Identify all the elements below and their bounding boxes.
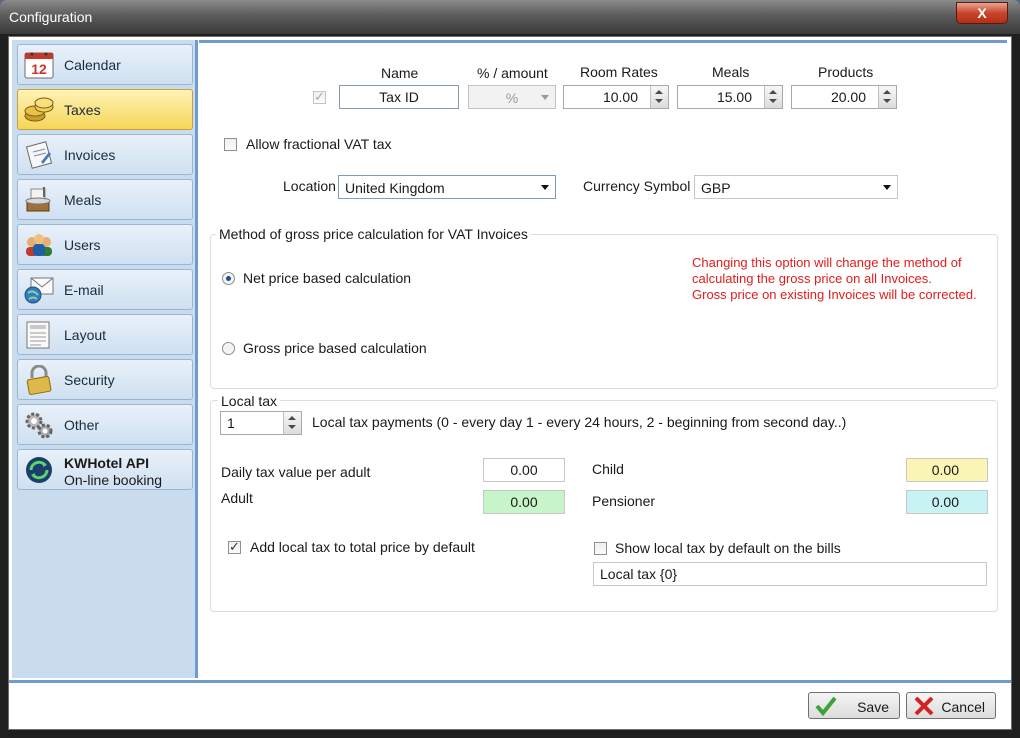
- api-title: KWHotel API: [64, 455, 150, 471]
- dialog-footer: Save Cancel: [9, 680, 1011, 729]
- local-tax-payments-value: 1: [227, 415, 235, 431]
- local-tax-payments-spinner[interactable]: [283, 412, 301, 434]
- configuration-window: Configuration X 12 Calendar Taxes Invoic…: [0, 0, 1020, 738]
- cancel-button[interactable]: Cancel: [906, 692, 996, 719]
- sidebar-item-label: Security: [64, 372, 115, 388]
- sync-icon: [26, 457, 52, 483]
- room-rates-spinner[interactable]: [650, 86, 668, 108]
- net-price-radio[interactable]: [222, 272, 235, 285]
- sidebar-item-label: Layout: [64, 327, 107, 343]
- tax-name-input[interactable]: Tax ID: [339, 85, 459, 109]
- dialog-frame: 12 Calendar Taxes Invoices Meals Users E…: [8, 36, 1012, 730]
- header-products: Products: [818, 64, 874, 80]
- gears-icon: [25, 412, 53, 439]
- sidebar-item-kwhotel-api[interactable]: KWHotel API On-line booking: [17, 449, 193, 490]
- products-value: 20.00: [830, 89, 866, 105]
- net-price-label: Net price based calculation: [243, 270, 412, 286]
- adult-tax-input[interactable]: 0.00: [483, 490, 565, 514]
- sidebar-item-label: Invoices: [64, 147, 116, 163]
- child-label: Child: [592, 461, 624, 477]
- gross-calculation-title: Method of gross price calculation for VA…: [216, 226, 531, 242]
- meals-value: 15.00: [716, 89, 752, 105]
- taxes-panel: Name % / amount Room Rates Meals Product…: [199, 40, 1007, 678]
- local-tax-payments-input[interactable]: 1: [220, 411, 302, 435]
- email-icon: [24, 277, 54, 304]
- sidebar-item-taxes[interactable]: Taxes: [17, 89, 193, 130]
- location-select[interactable]: United Kingdom: [338, 175, 556, 199]
- sidebar-item-users[interactable]: Users: [17, 224, 193, 265]
- header-amount: % / amount: [477, 65, 548, 81]
- child-tax-input[interactable]: 0.00: [906, 458, 988, 482]
- sidebar-item-label: Calendar: [64, 57, 121, 73]
- cancel-label: Cancel: [941, 699, 985, 715]
- local-tax-template-input[interactable]: Local tax {0}: [593, 562, 987, 586]
- daily-tax-input[interactable]: 0.00: [483, 458, 565, 482]
- products-input[interactable]: 20.00: [791, 85, 897, 109]
- room-rates-input[interactable]: 10.00: [563, 85, 669, 109]
- gross-price-radio[interactable]: [222, 342, 235, 355]
- sidebar-item-label: Other: [64, 417, 100, 433]
- currency-symbol-label: Currency Symbol: [583, 178, 691, 194]
- lock-icon: [26, 365, 52, 395]
- meals-spinner[interactable]: [764, 86, 782, 108]
- sidebar-item-label: E-mail: [64, 282, 104, 298]
- sidebar: 12 Calendar Taxes Invoices Meals Users E…: [12, 40, 198, 678]
- meals-icon: [25, 187, 51, 212]
- adult-label: Adult: [221, 490, 253, 506]
- checkmark-icon: [815, 696, 837, 716]
- sidebar-item-label: Taxes: [64, 102, 101, 118]
- calendar-icon: 12: [24, 52, 54, 79]
- pensioner-label: Pensioner: [592, 493, 656, 509]
- gross-warning-text: Changing this option will change the met…: [692, 255, 977, 302]
- local-tax-payments-label: Local tax payments (0 - every day 1 - ev…: [312, 414, 847, 430]
- allow-fractional-vat-label: Allow fractional VAT tax: [246, 136, 392, 152]
- amount-type-select[interactable]: %: [468, 85, 556, 109]
- local-tax-title: Local tax: [218, 393, 281, 409]
- title-bar[interactable]: Configuration X: [0, 0, 1020, 34]
- sidebar-item-layout[interactable]: Layout: [17, 314, 193, 355]
- add-local-tax-checkbox[interactable]: [228, 539, 241, 555]
- pensioner-tax-input[interactable]: 0.00: [906, 490, 988, 514]
- sidebar-item-security[interactable]: Security: [17, 359, 193, 400]
- header-meals: Meals: [712, 64, 750, 80]
- header-room-rates: Room Rates: [580, 64, 658, 80]
- daily-tax-label: Daily tax value per adult: [221, 464, 371, 480]
- room-rates-value: 10.00: [602, 89, 638, 105]
- gross-price-label: Gross price based calculation: [243, 340, 427, 356]
- invoice-icon: [25, 141, 53, 169]
- window-title: Configuration: [9, 9, 93, 25]
- header-name: Name: [381, 65, 419, 81]
- add-local-tax-label: Add local tax to total price by default: [250, 539, 475, 555]
- api-subtitle: On-line booking: [64, 472, 163, 488]
- close-button[interactable]: X: [956, 2, 1008, 24]
- sidebar-item-invoices[interactable]: Invoices: [17, 134, 193, 175]
- sidebar-item-label: Meals: [64, 192, 102, 208]
- users-icon: [26, 234, 52, 256]
- sidebar-item-calendar[interactable]: 12 Calendar: [17, 44, 193, 85]
- tax-enabled-checkbox[interactable]: [313, 89, 326, 105]
- sidebar-item-other[interactable]: Other: [17, 404, 193, 445]
- sidebar-item-meals[interactable]: Meals: [17, 179, 193, 220]
- allow-fractional-vat-checkbox[interactable]: [224, 138, 237, 151]
- save-label: Save: [857, 699, 889, 715]
- layout-icon: [26, 321, 50, 349]
- save-button[interactable]: Save: [808, 692, 900, 719]
- sidebar-item-email[interactable]: E-mail: [17, 269, 193, 310]
- calendar-day: 12: [31, 61, 47, 77]
- sidebar-item-label: Users: [64, 237, 101, 253]
- cross-icon: [914, 696, 934, 716]
- currency-symbol-select[interactable]: GBP: [694, 175, 898, 199]
- coins-icon: [24, 97, 54, 122]
- show-local-tax-checkbox[interactable]: [594, 542, 607, 555]
- location-label: Location: [283, 178, 336, 194]
- show-local-tax-label: Show local tax by default on the bills: [615, 540, 841, 556]
- products-spinner[interactable]: [878, 86, 896, 108]
- meals-input[interactable]: 15.00: [677, 85, 783, 109]
